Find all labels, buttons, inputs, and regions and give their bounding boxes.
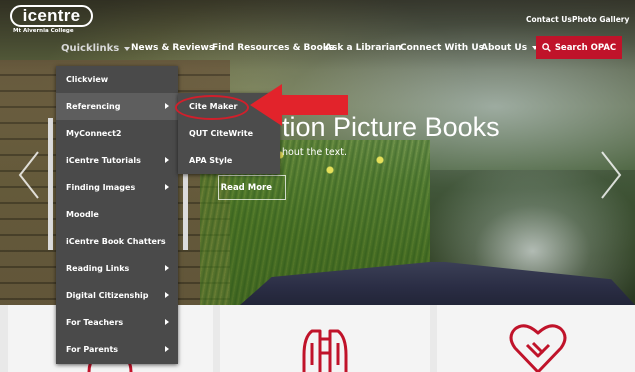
- menu-item-finding-images[interactable]: Finding Images: [56, 174, 178, 201]
- menu-item-label: For Teachers: [66, 318, 124, 327]
- red-arrow-icon: [250, 84, 348, 126]
- chevron-right-icon: [165, 292, 169, 298]
- submenu-item-label: APA Style: [189, 156, 233, 165]
- menu-item-for-parents[interactable]: For Parents: [56, 336, 178, 363]
- menu-item-label: iCentre Book Chatters: [66, 237, 166, 246]
- nav-about-us[interactable]: About Us: [481, 43, 539, 53]
- submenu-item-apa-style[interactable]: APA Style: [178, 147, 280, 174]
- menu-item-clickview[interactable]: Clickview: [56, 66, 178, 93]
- chevron-right-icon: [165, 265, 169, 271]
- chevron-down-icon: [124, 46, 131, 51]
- logo-subtitle: Mt Alvernia College: [13, 28, 74, 34]
- chevron-left-icon[interactable]: [18, 150, 40, 200]
- feature-card-3[interactable]: [437, 305, 635, 372]
- menu-item-label: MyConnect2: [66, 129, 122, 138]
- photo-gallery-link[interactable]: Photo Gallery: [572, 15, 629, 24]
- menu-item-moodle[interactable]: Moodle: [56, 201, 178, 228]
- chevron-right-icon: [165, 157, 169, 163]
- chevron-right-icon: [165, 319, 169, 325]
- nav-connect[interactable]: Connect With Us: [400, 43, 484, 53]
- menu-item-label: Reading Links: [66, 264, 130, 273]
- menu-item-label: Finding Images: [66, 183, 136, 192]
- nav-ask-librarian[interactable]: Ask a Librarian: [325, 43, 401, 53]
- contact-us-link[interactable]: Contact Us: [526, 15, 572, 24]
- nav-find-label: Find Resources & Books: [212, 43, 335, 53]
- feature-card-2[interactable]: [220, 305, 430, 372]
- chevron-right-icon: [165, 103, 169, 109]
- header-shade: [0, 0, 635, 70]
- heart-handshake-icon: [509, 324, 567, 372]
- binoculars-icon: [302, 329, 348, 372]
- menu-item-book-chatters[interactable]: iCentre Book Chatters: [56, 228, 178, 255]
- read-more-button[interactable]: Read More: [218, 175, 286, 200]
- nav-quicklinks[interactable]: Quicklinks: [61, 43, 131, 54]
- submenu-item-label: QUT CiteWrite: [189, 129, 254, 138]
- menu-item-label: iCentre Tutorials: [66, 156, 141, 165]
- menu-item-myconnect2[interactable]: MyConnect2: [56, 120, 178, 147]
- chevron-right-icon[interactable]: [600, 150, 622, 200]
- chevron-right-icon: [165, 184, 169, 190]
- chevron-right-icon: [165, 346, 169, 352]
- hero-subtitle: hout the text.: [282, 147, 347, 158]
- menu-item-for-teachers[interactable]: For Teachers: [56, 309, 178, 336]
- nav-ask-label: Ask a Librarian: [325, 43, 402, 53]
- nav-news-reviews[interactable]: News & Reviews: [131, 43, 214, 53]
- menu-item-label: Digital Citizenship: [66, 291, 149, 300]
- menu-item-label: For Parents: [66, 345, 119, 354]
- nav-find-resources[interactable]: Find Resources & Books: [212, 43, 334, 53]
- menu-item-icentre-tutorials[interactable]: iCentre Tutorials: [56, 147, 178, 174]
- search-icon: [541, 43, 551, 52]
- menu-item-digital-citizenship[interactable]: Digital Citizenship: [56, 282, 178, 309]
- quicklinks-dropdown: Clickview Referencing MyConnect2 iCentre…: [56, 66, 178, 364]
- nav-connect-label: Connect With Us: [400, 43, 484, 53]
- menu-item-label: Moodle: [66, 210, 99, 219]
- menu-item-label: Referencing: [66, 102, 121, 111]
- caption-bar-left: [48, 118, 53, 250]
- menu-item-referencing[interactable]: Referencing: [56, 93, 178, 120]
- logo-text: icentre: [10, 5, 93, 27]
- search-opac-button[interactable]: Search OPAC: [536, 36, 622, 59]
- search-opac-label: Search OPAC: [554, 42, 617, 53]
- nav-news-label: News & Reviews: [131, 43, 215, 53]
- highlight-oval: [175, 95, 249, 120]
- menu-item-label: Clickview: [66, 75, 109, 84]
- site-logo[interactable]: icentre Mt Alvernia College: [10, 5, 93, 34]
- nav-about-label: About Us: [481, 43, 528, 53]
- menu-item-reading-links[interactable]: Reading Links: [56, 255, 178, 282]
- nav-quicklinks-label: Quicklinks: [61, 43, 120, 54]
